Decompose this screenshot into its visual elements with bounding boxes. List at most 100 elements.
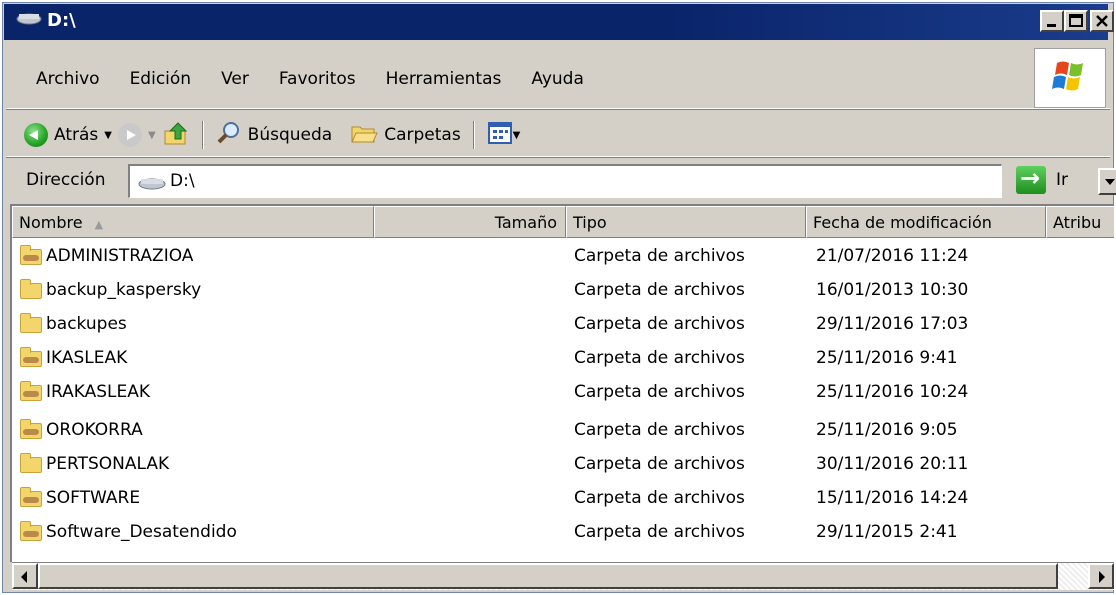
file-name: backupes [46, 314, 127, 334]
forward-arrow-icon [117, 123, 142, 147]
file-name: backup_kaspersky [46, 280, 202, 300]
scrollbar-thumb[interactable] [38, 563, 1058, 589]
folders-label: Carpetas [384, 125, 461, 145]
address-dropdown-button[interactable] [1098, 168, 1116, 195]
folder-icon [20, 313, 42, 333]
folder-icon [20, 279, 42, 299]
toolbar: Atrás ▼ ▼ Búsqueda Carpetas ▼ [24, 118, 520, 152]
chevron-down-icon[interactable]: ▼ [513, 130, 521, 141]
file-type: Carpeta de archivos [574, 382, 745, 402]
shared-folder-icon [20, 347, 42, 367]
menu-edicion[interactable]: Edición [130, 69, 192, 89]
shared-folder-icon [20, 381, 42, 401]
views-button[interactable]: ▼ [487, 121, 521, 150]
file-list[interactable]: Nombre ▲ Tamaño Tipo Fecha de modificació… [10, 204, 1114, 562]
address-input[interactable]: D:\ [128, 164, 1116, 198]
file-type: Carpeta de archivos [574, 314, 745, 334]
search-button[interactable]: Búsqueda [216, 120, 333, 151]
table-row[interactable]: Software_Desatendido Carpeta de archivos… [12, 516, 1114, 550]
file-modified: 29/11/2015 2:41 [816, 522, 958, 542]
file-type: Carpeta de archivos [574, 488, 745, 508]
menu-bar: Archivo Edición Ver Favoritos Herramient… [6, 62, 590, 96]
file-type: Carpeta de archivos [574, 522, 745, 542]
folders-icon [350, 121, 378, 150]
scroll-left-button[interactable] [12, 563, 38, 589]
views-icon [487, 121, 513, 150]
file-modified: 21/07/2016 11:24 [816, 246, 969, 266]
file-name: IRAKASLEAK [46, 382, 151, 402]
file-modified: 30/11/2016 20:11 [816, 454, 969, 474]
file-name: OROKORRA [46, 420, 143, 440]
table-row[interactable]: backupes Carpeta de archivos 29/11/2016 … [12, 308, 1114, 342]
go-button[interactable]: Ir [1056, 170, 1068, 190]
horizontal-scrollbar[interactable] [12, 562, 1114, 590]
file-modified: 25/11/2016 10:24 [816, 382, 969, 402]
file-type: Carpeta de archivos [574, 246, 745, 266]
file-modified: 29/11/2016 17:03 [816, 314, 969, 334]
menu-divider [6, 108, 1110, 110]
scroll-right-button[interactable] [1088, 563, 1114, 589]
column-header-name[interactable]: Nombre ▲ [12, 206, 374, 238]
table-row[interactable]: ADMINISTRAZIOA Carpeta de archivos 21/07… [12, 240, 1114, 274]
table-row[interactable]: OROKORRA Carpeta de archivos 25/11/2016 … [12, 414, 1114, 448]
menu-favoritos[interactable]: Favoritos [279, 69, 356, 89]
maximize-button[interactable] [1064, 10, 1088, 32]
folder-icon [20, 453, 42, 473]
up-folder-icon[interactable] [162, 119, 190, 152]
menu-ver[interactable]: Ver [221, 69, 249, 89]
file-name: Software_Desatendido [46, 522, 237, 542]
chevron-down-icon[interactable]: ▼ [148, 130, 156, 141]
column-header-size[interactable]: Tamaño [374, 206, 566, 238]
column-header-type[interactable]: Tipo [566, 206, 806, 238]
windows-logo-icon [1034, 48, 1106, 108]
window-title: D:\ [47, 10, 76, 31]
address-bar: Dirección D:\ Ir [6, 158, 1116, 202]
drive-icon [138, 175, 166, 195]
file-modified: 16/01/2013 10:30 [816, 280, 969, 300]
table-row[interactable]: IKASLEAK Carpeta de archivos 25/11/2016 … [12, 342, 1114, 376]
column-headers: Nombre ▲ Tamaño Tipo Fecha de modificació… [12, 206, 1114, 238]
menu-herramientas[interactable]: Herramientas [386, 69, 502, 89]
table-row[interactable]: SOFTWARE Carpeta de archivos 15/11/2016 … [12, 482, 1114, 516]
toolbar-separator [201, 121, 204, 149]
chevron-down-icon[interactable]: ▼ [104, 130, 112, 141]
search-icon [216, 120, 242, 151]
drive-icon [16, 10, 42, 31]
minimize-button[interactable] [1040, 10, 1064, 32]
shared-folder-icon [20, 419, 42, 439]
file-modified: 15/11/2016 14:24 [816, 488, 969, 508]
shared-folder-icon [20, 245, 42, 265]
back-button[interactable]: Atrás ▼ [24, 123, 112, 147]
file-modified: 25/11/2016 9:05 [816, 420, 958, 440]
folders-button[interactable]: Carpetas [350, 121, 461, 150]
column-header-attributes[interactable]: Atribu [1046, 206, 1114, 238]
shared-folder-icon [20, 487, 42, 507]
go-arrow-icon[interactable] [1016, 164, 1046, 194]
title-bar[interactable]: D:\ [4, 4, 1114, 40]
table-row[interactable]: IRAKASLEAK Carpeta de archivos 25/11/201… [12, 376, 1114, 410]
file-name: PERTSONALAK [46, 454, 170, 474]
file-type: Carpeta de archivos [574, 280, 745, 300]
sort-ascending-icon: ▲ [94, 218, 104, 231]
file-name: ADMINISTRAZIOA [46, 246, 194, 266]
back-arrow-icon [24, 123, 48, 147]
file-type: Carpeta de archivos [574, 420, 745, 440]
file-type: Carpeta de archivos [574, 348, 745, 368]
search-label: Búsqueda [247, 125, 333, 145]
file-modified: 25/11/2016 9:41 [816, 348, 958, 368]
menu-ayuda[interactable]: Ayuda [531, 69, 584, 89]
forward-button[interactable]: ▼ [117, 123, 156, 147]
toolbar-separator [472, 121, 475, 149]
shared-folder-icon [20, 521, 42, 541]
file-name: SOFTWARE [46, 488, 141, 508]
close-button[interactable] [1090, 10, 1114, 32]
address-label: Dirección [26, 170, 106, 190]
table-row[interactable]: PERTSONALAK Carpeta de archivos 30/11/20… [12, 448, 1114, 482]
back-label: Atrás [54, 125, 99, 145]
address-value: D:\ [170, 171, 195, 191]
column-header-modified[interactable]: Fecha de modificación [806, 206, 1046, 238]
file-name: IKASLEAK [46, 348, 128, 368]
file-type: Carpeta de archivos [574, 454, 745, 474]
menu-archivo[interactable]: Archivo [36, 69, 100, 89]
table-row[interactable]: backup_kaspersky Carpeta de archivos 16/… [12, 274, 1114, 308]
